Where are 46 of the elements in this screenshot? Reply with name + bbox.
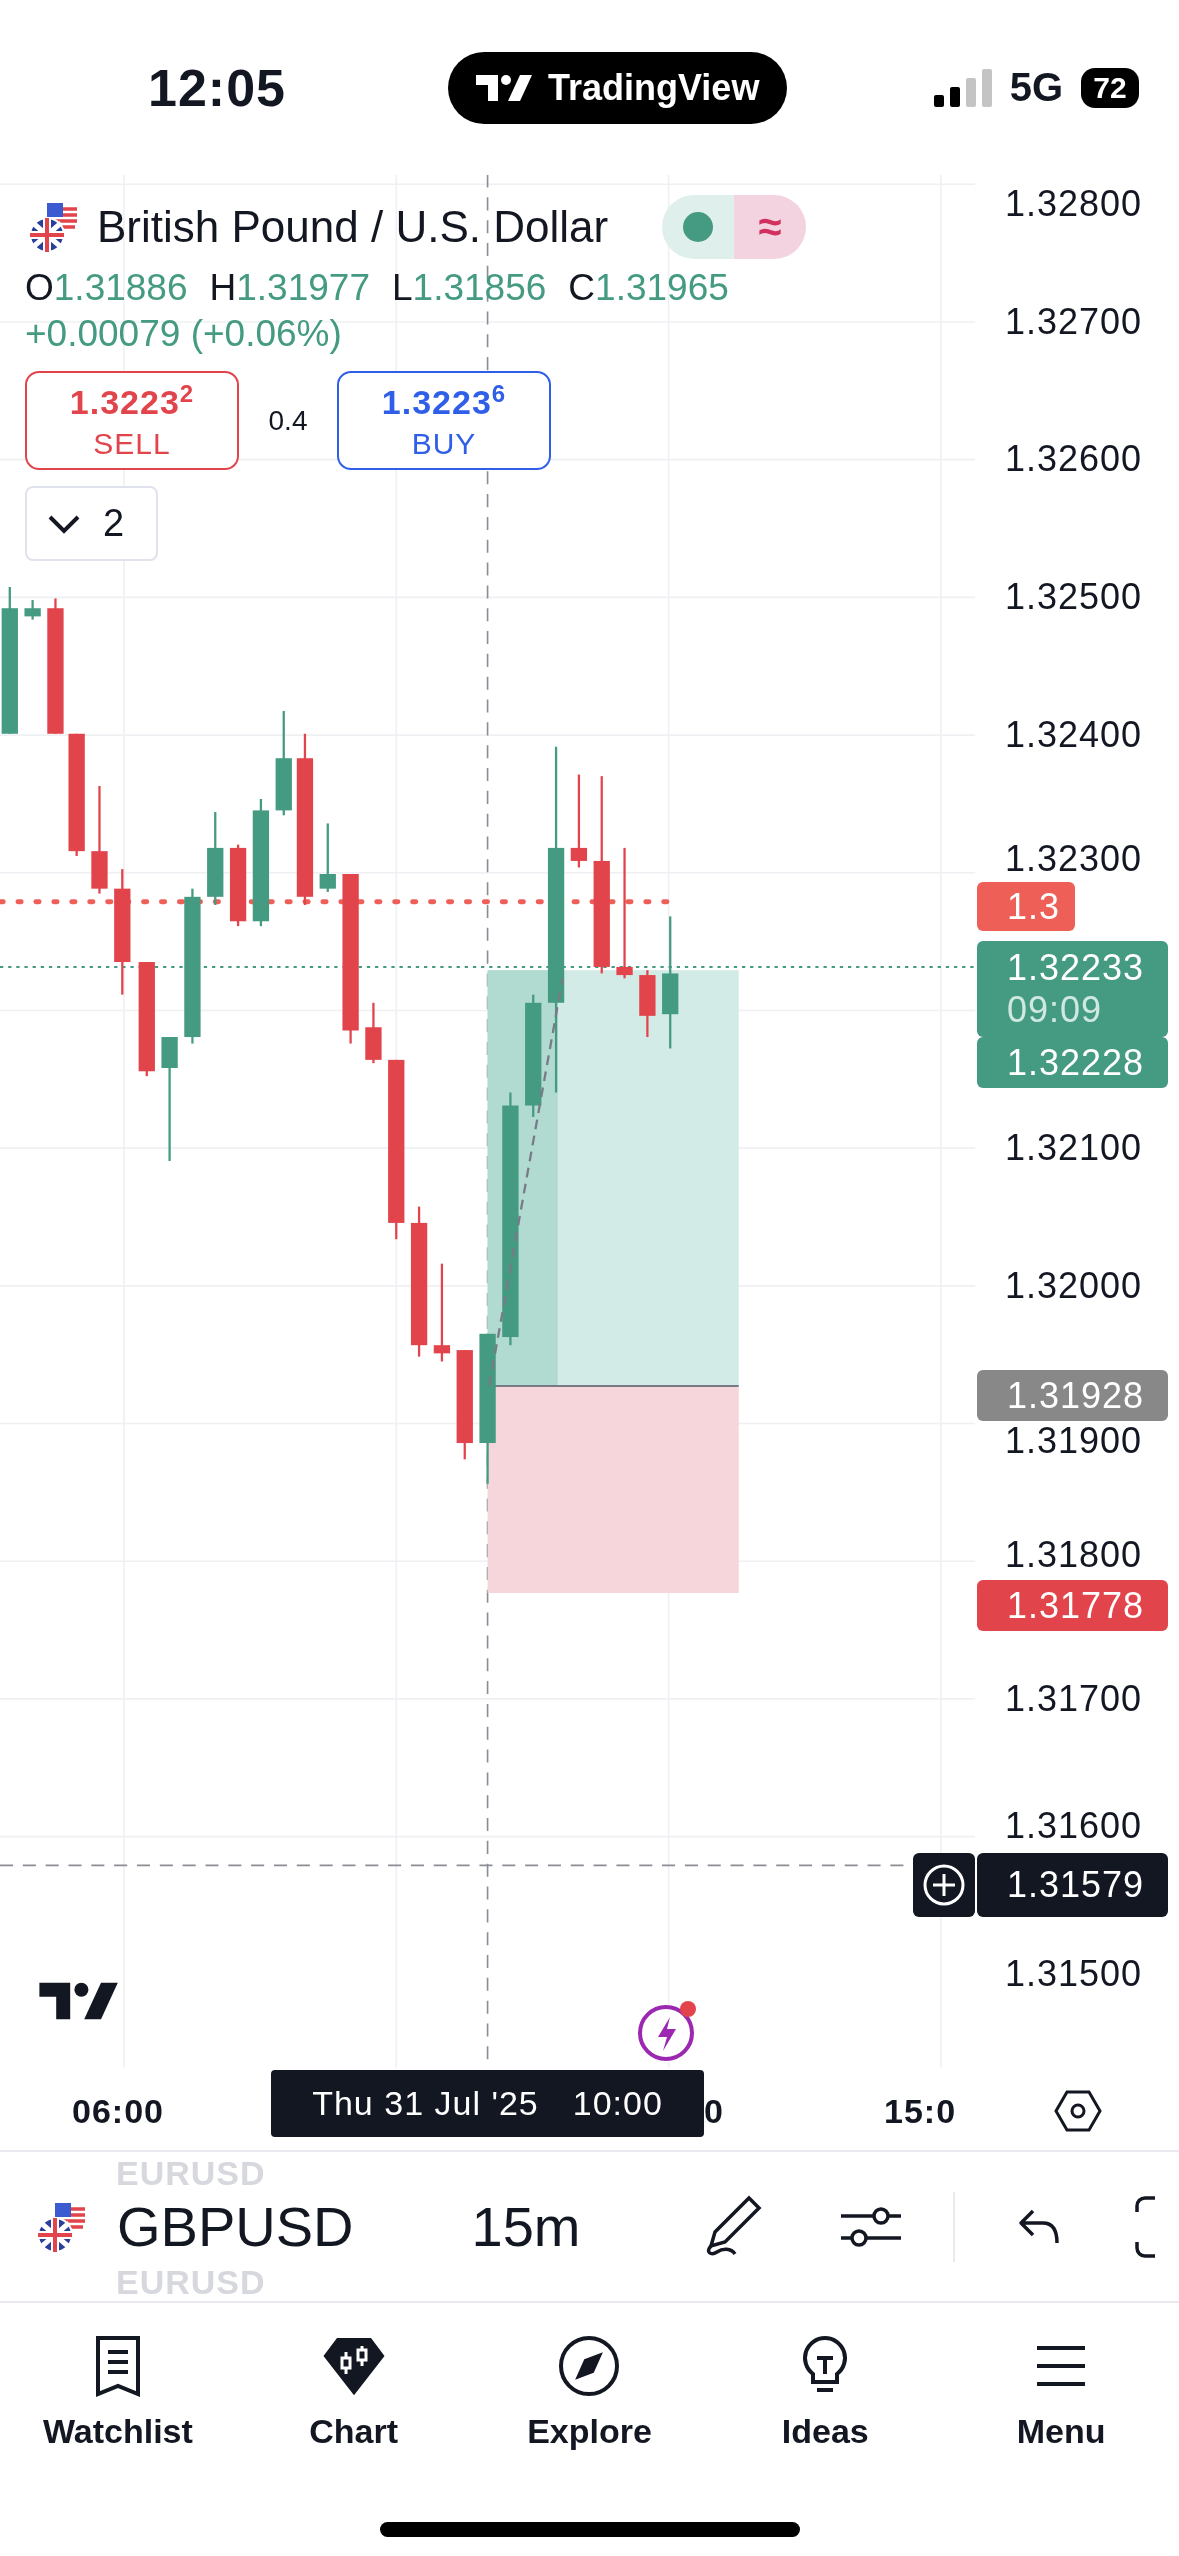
price-label: 1.31579 — [977, 1853, 1168, 1917]
battery-level: 72 — [1081, 67, 1139, 108]
price-tick: 1.32700 — [1005, 300, 1143, 343]
price-label: 1.31928 — [977, 1370, 1168, 1421]
price-tick: 1.31700 — [1005, 1677, 1143, 1720]
network-type: 5G — [1009, 65, 1063, 110]
price-tick: 1.31800 — [1005, 1534, 1143, 1576]
ohlc-value: L1.31856 — [392, 267, 547, 309]
price-label: 1.3 — [977, 882, 1075, 931]
date-text: Thu 31 Jul '25 — [312, 2084, 539, 2123]
time-tick: 15:0 — [884, 2091, 957, 2131]
time-text: 10:00 — [572, 2084, 663, 2123]
interval-button[interactable]: 15m — [471, 2194, 581, 2259]
price-label: 1.31778 — [977, 1580, 1168, 1631]
price-tick: 1.32500 — [1005, 576, 1143, 619]
price-tick: 1.32000 — [1005, 1264, 1143, 1307]
ohlc-value: H1.31977 — [209, 267, 370, 309]
time-tick: 0 — [704, 2091, 724, 2131]
price-tick: 1.32800 — [1005, 183, 1143, 225]
spread-value: 0.4 — [267, 404, 309, 437]
app-badge: TradingView — [448, 51, 788, 124]
ohlc-value: C1.31965 — [568, 267, 729, 309]
price-tick: 1.32400 — [1005, 713, 1143, 756]
symbol-button[interactable]: GBPUSD — [35, 2194, 354, 2259]
price-tick: 1.31600 — [1005, 1805, 1143, 1848]
tab[interactable]: Watchlist — [0, 2317, 236, 2467]
time-tick: 06:00 — [72, 2091, 164, 2131]
price-tick: 1.32300 — [1005, 837, 1143, 880]
approx-symbol: ≈ — [758, 203, 782, 251]
tab[interactable]: Menu — [943, 2317, 1179, 2467]
ohlc-value: O1.31886 — [25, 267, 188, 309]
price-tick: 1.31500 — [1005, 1953, 1143, 1996]
price-tick: 1.31900 — [1005, 1420, 1143, 1463]
price-tick: 1.32100 — [1005, 1126, 1143, 1169]
price-change: +0.00079 (+0.06%) — [25, 313, 343, 355]
price-label: 1.32233 09:09 — [977, 941, 1168, 1037]
tab[interactable]: Chart — [235, 2317, 472, 2467]
tab[interactable]: Ideas — [707, 2317, 944, 2467]
price-tick: 1.32600 — [1005, 438, 1143, 481]
price-label: 1.32228 — [977, 1037, 1168, 1088]
tab[interactable]: Explore — [471, 2317, 708, 2467]
symbol-title: British Pound / U.S. Dollar — [97, 202, 609, 252]
indicators-button[interactable]: 2 — [25, 486, 158, 561]
clock: 12:05 — [148, 57, 287, 118]
sell-button[interactable]: 1.3223$^{2}$ SELL — [25, 371, 239, 470]
buy-button[interactable]: 1.3223$^{6}$ BUY — [337, 371, 551, 470]
